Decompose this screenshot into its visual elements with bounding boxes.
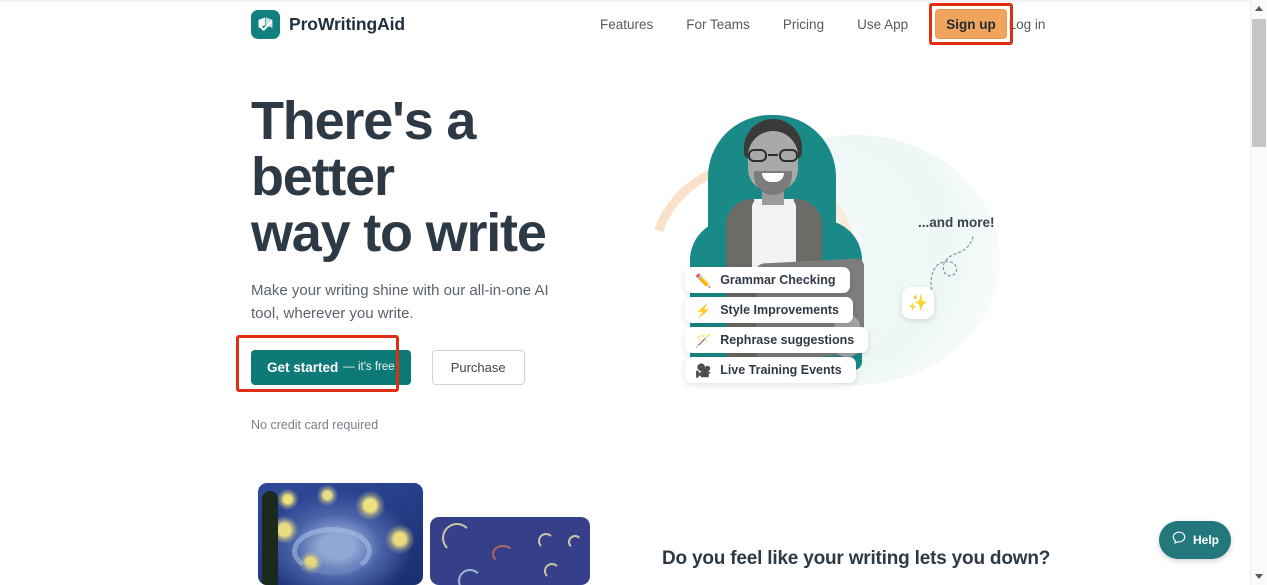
hero-title-line-1: There's a better	[251, 91, 476, 207]
doodle-spiral	[568, 535, 582, 549]
sky-swirl	[292, 527, 372, 575]
feature-badge-label: Rephrase suggestions	[720, 333, 855, 347]
sign-up-highlight-box: Sign up	[929, 3, 1013, 45]
get-started-free-note: — it's free	[343, 361, 395, 373]
brand-name: ProWritingAid	[289, 14, 406, 34]
pencil-icon: ✏️	[695, 272, 712, 288]
book-check-logo-icon	[251, 10, 280, 39]
feature-badge-rephrase-suggestions: 🪄 Rephrase suggestions	[685, 327, 869, 353]
feature-badge-live-training-events: 🎥 Live Training Events	[685, 357, 856, 383]
doodle-spiral	[442, 523, 472, 553]
hero-subtitle-line-2: wherever you write.	[283, 305, 414, 322]
hero-illustration: ✨ ...and more! ✏️ Grammar Checking ⚡ Sty…	[613, 105, 1040, 415]
feature-badge-label: Live Training Events	[720, 363, 842, 377]
nav-item-for-teams[interactable]: For Teams	[686, 11, 750, 38]
nav-item-log-in[interactable]: Log in	[1009, 11, 1046, 38]
brand-logo-link[interactable]: ProWritingAid	[251, 10, 405, 39]
scrollbar-track[interactable]	[1251, 17, 1267, 568]
video-camera-icon: 🎥	[695, 362, 712, 378]
vertical-scrollbar[interactable]	[1250, 0, 1267, 585]
purchase-button[interactable]: Purchase	[431, 349, 525, 385]
browser-viewport: ProWritingAid Features For Teams Pricing…	[0, 0, 1267, 585]
get-started-label: Get started	[267, 359, 339, 375]
feature-badge-list: ✏️ Grammar Checking ⚡ Style Improvements…	[685, 267, 869, 387]
lower-section-heading: Do you feel like your writing lets you d…	[662, 548, 1051, 569]
hero-title-line-2: way to write	[251, 203, 547, 263]
blue-doodle-card	[430, 517, 590, 585]
help-widget-label: Help	[1192, 533, 1219, 547]
hero-subtitle: Make your writing shine with our all-in-…	[251, 279, 571, 325]
doodle-spiral	[538, 533, 554, 549]
person-glasses-icon	[747, 149, 799, 162]
nav-item-pricing[interactable]: Pricing	[783, 11, 824, 38]
doodle-spiral	[544, 563, 560, 579]
no-credit-card-note: No credit card required	[251, 418, 379, 432]
site-header: ProWritingAid Features For Teams Pricing…	[0, 0, 1250, 50]
sign-up-button[interactable]: Sign up	[935, 9, 1007, 39]
nav-item-features[interactable]: Features	[600, 11, 653, 38]
hero-copy: There's a better way to write Make your …	[236, 93, 631, 432]
hero-title: There's a better way to write	[251, 93, 631, 261]
get-started-button[interactable]: Get started — it's free	[251, 349, 411, 385]
doodle-spiral	[458, 569, 482, 585]
scrollbar-thumb[interactable]	[1252, 19, 1266, 147]
hero-section: There's a better way to write Make your …	[0, 50, 1250, 460]
and-more-label: ...and more!	[918, 215, 995, 230]
speech-bubble-icon	[1171, 530, 1187, 551]
feature-badge-label: Style Improvements	[720, 303, 839, 317]
scroll-up-arrow-icon[interactable]	[1251, 0, 1267, 17]
starry-night-image	[258, 483, 423, 585]
hero-cta-row: Get started — it's free Purchase	[236, 335, 631, 392]
feature-badge-style-improvements: ⚡ Style Improvements	[685, 297, 853, 323]
lightning-bolt-icon: ⚡	[695, 302, 712, 318]
scroll-down-arrow-icon[interactable]	[1251, 568, 1267, 585]
feature-badge-label: Grammar Checking	[720, 273, 836, 287]
doodle-spiral	[492, 545, 514, 563]
sparkles-icon: ✨	[902, 287, 934, 319]
feature-badge-grammar-checking: ✏️ Grammar Checking	[685, 267, 850, 293]
lower-section: Do you feel like your writing lets you d…	[0, 460, 1250, 585]
cypress-tree	[262, 491, 278, 585]
page-content: ProWritingAid Features For Teams Pricing…	[0, 0, 1250, 585]
magic-wand-icon: 🪄	[695, 332, 712, 348]
nav-item-use-app[interactable]: Use App	[857, 11, 908, 38]
help-widget-button[interactable]: Help	[1159, 521, 1231, 559]
